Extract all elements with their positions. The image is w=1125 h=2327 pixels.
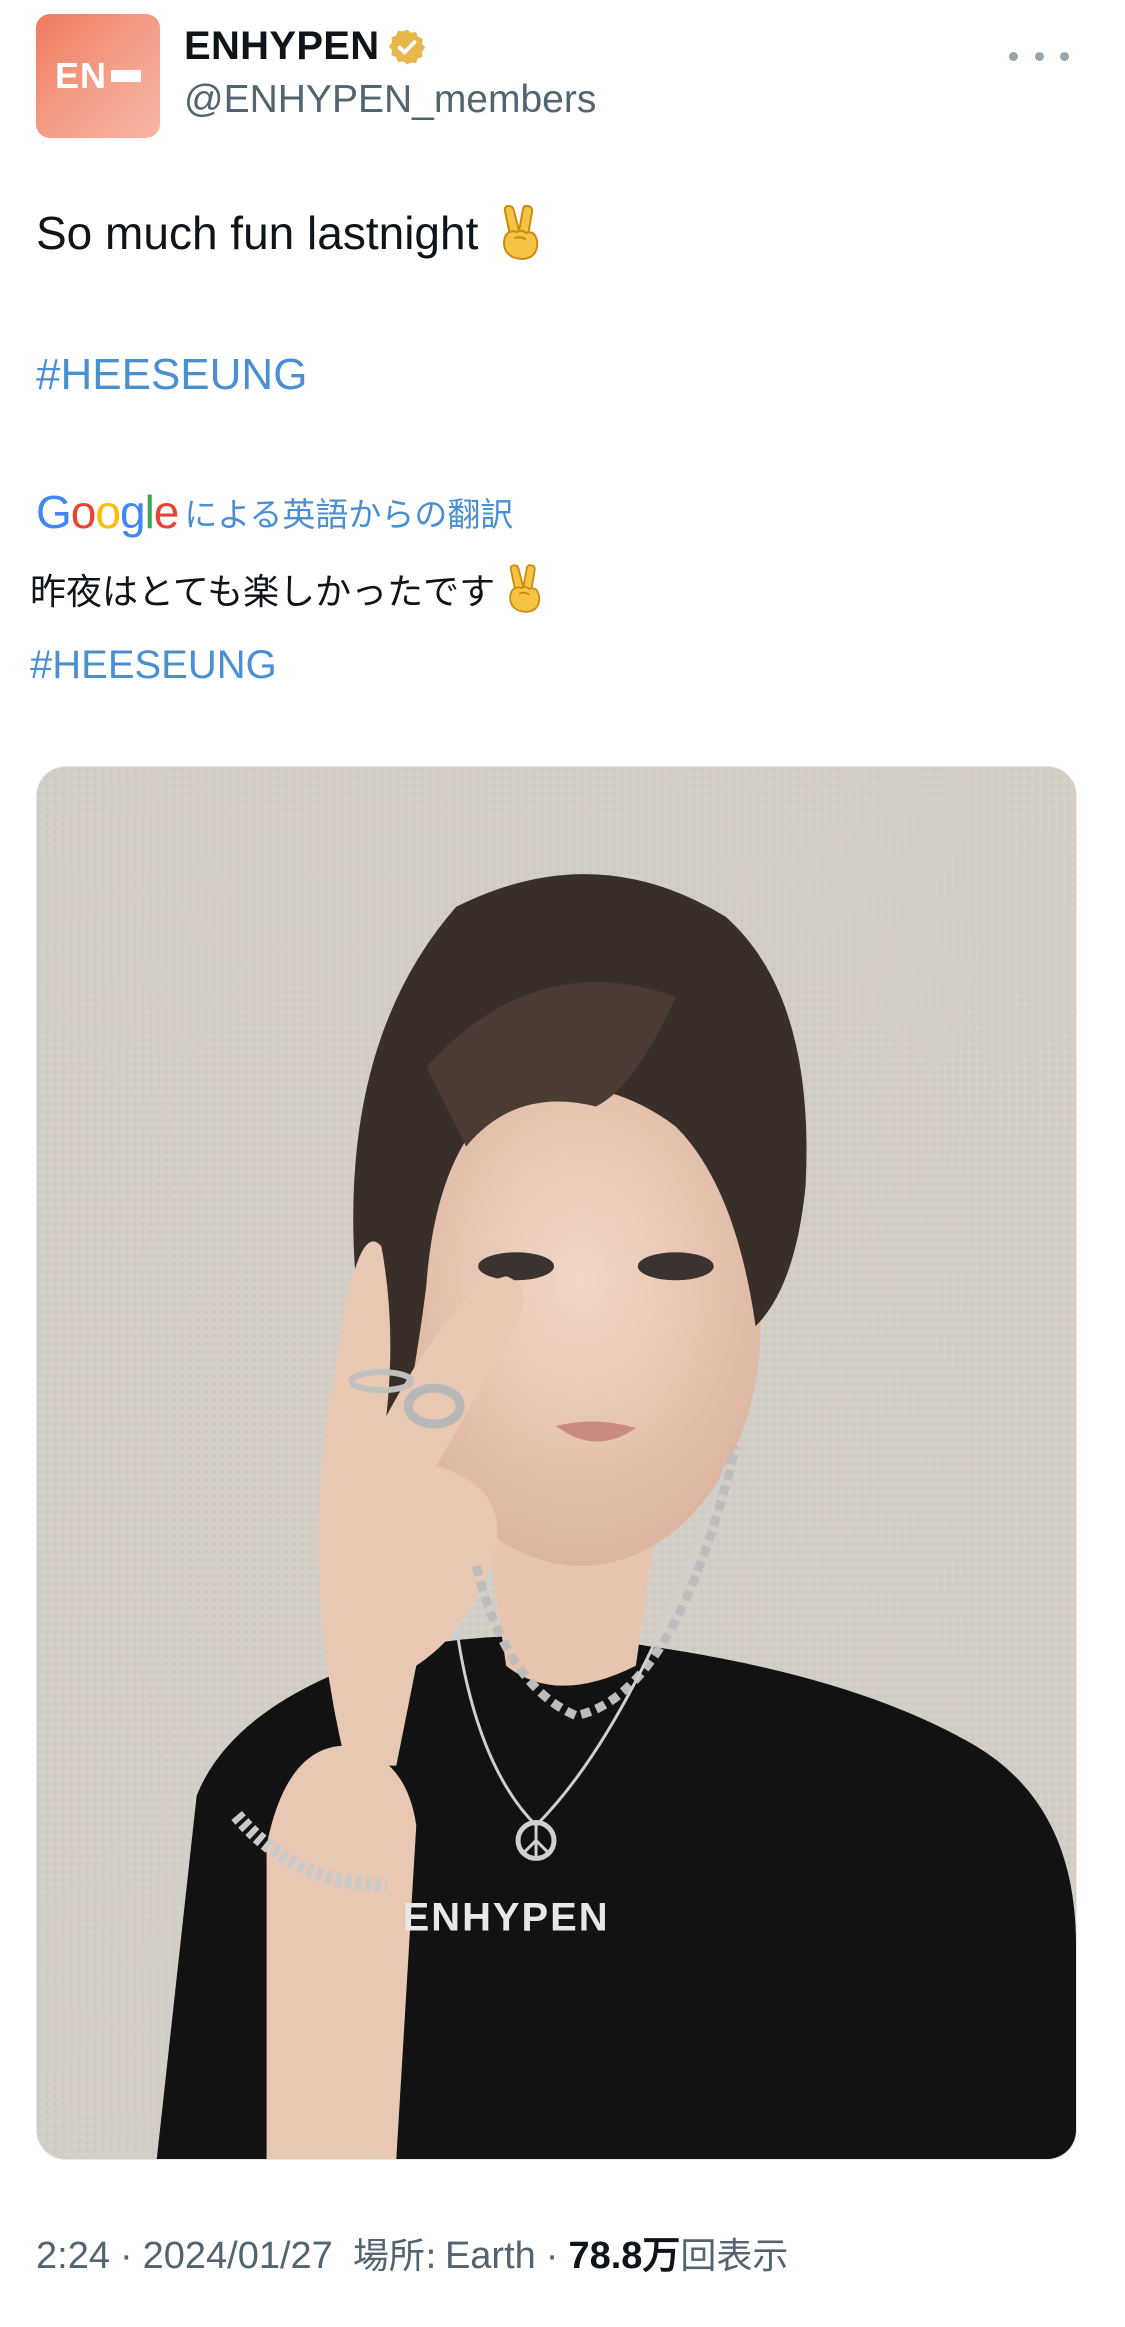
avatar-logo-text: EN [54, 55, 107, 96]
more-dot [1060, 51, 1069, 61]
view-count[interactable]: 78.8万 [568, 2224, 680, 2279]
tweet-text: So much fun lastnight [36, 200, 1086, 266]
tweet-header: EN ENHYPEN @ENHYPEN_members [36, 14, 1089, 138]
translation-attribution[interactable]: Google による英語からの翻訳 [36, 482, 513, 542]
name-row: ENHYPEN [184, 24, 427, 69]
verified-badge-icon [389, 29, 426, 64]
tweet-date[interactable]: 2024/01/27 [143, 2235, 333, 2278]
shirt-text: ENHYPEN [403, 1895, 610, 1939]
avatar-logo: EN [55, 55, 141, 97]
location-label: 場所: [352, 2236, 437, 2277]
location-value: Earth [444, 2235, 536, 2277]
more-options-icon[interactable] [1009, 42, 1069, 70]
meta-separator: · [545, 2235, 559, 2277]
tweet-body: So much fun lastnight [36, 207, 479, 259]
meta-separator: · [119, 2235, 133, 2277]
avatar-logo-bar [111, 70, 141, 82]
user-handle[interactable]: @ENHYPEN_members [184, 78, 596, 122]
translated-hashtag-link[interactable]: #HEESEUNG [30, 643, 277, 688]
tweet-photo[interactable]: ENHYPEN [36, 766, 1077, 2160]
translated-text: 昨夜はとても楽しかったです [30, 563, 547, 615]
display-name[interactable]: ENHYPEN [184, 24, 379, 69]
tweet-time[interactable]: 2:24 [36, 2235, 110, 2278]
view-count-label: 回表示 [680, 2236, 789, 2277]
tweet-metadata: 2:24 · 2024/01/27 場所: Earth · 78.8万 回表示 [36, 2224, 788, 2279]
google-logo: Google [36, 486, 179, 538]
hashtag-link[interactable]: #HEESEUNG [36, 350, 307, 400]
photo-illustration: ENHYPEN [37, 767, 1076, 2159]
victory-hand-emoji-icon [509, 564, 541, 613]
tweet-detail-page: EN ENHYPEN @ENHYPEN_members So much fun … [0, 0, 1125, 2327]
victory-hand-emoji-icon [503, 205, 539, 261]
translation-label: による英語からの翻訳 [184, 495, 514, 534]
more-dot [1009, 51, 1018, 61]
avatar[interactable]: EN [36, 14, 160, 138]
more-dot [1034, 51, 1044, 61]
translated-body: 昨夜はとても楽しかったです [30, 572, 496, 613]
